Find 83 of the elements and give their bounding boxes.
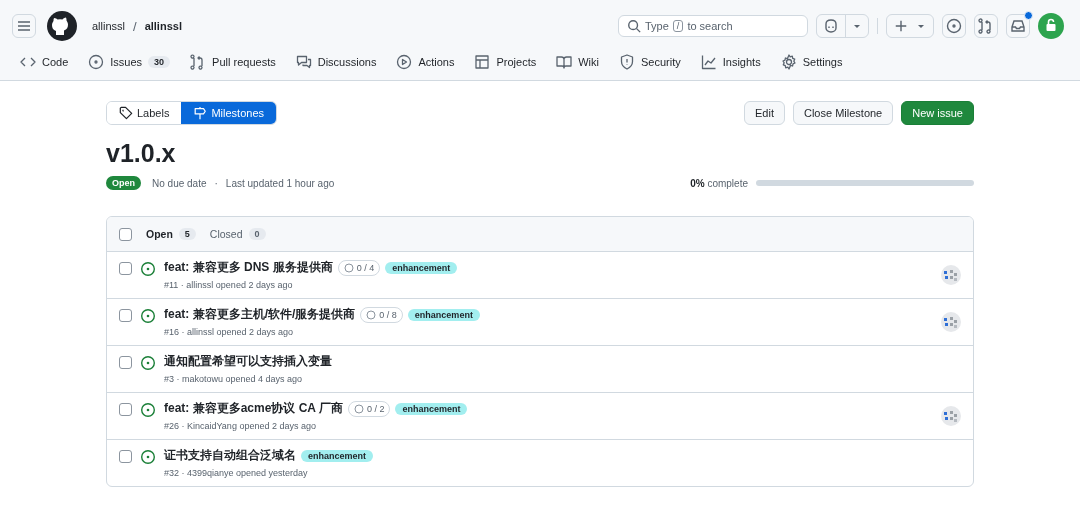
tab-icon (780, 54, 797, 70)
inbox-icon (1010, 18, 1026, 34)
repo-tab[interactable]: Projects (466, 52, 545, 72)
issue-meta: #3 · makotowu opened 4 days ago (164, 374, 304, 384)
issue-label[interactable]: enhancement (407, 308, 480, 321)
last-updated: Last updated 1 hour ago (225, 177, 335, 189)
assignee-avatar-icon[interactable] (941, 406, 961, 426)
issue-label[interactable]: enhancement (385, 261, 458, 274)
tab-icon (193, 106, 208, 120)
pull-requests-button[interactable] (974, 14, 998, 38)
tab-icon (396, 54, 413, 70)
row-checkbox[interactable] (119, 450, 132, 463)
row-checkbox[interactable] (119, 356, 132, 369)
action-button[interactable]: New issue (901, 101, 974, 125)
search-icon (627, 19, 641, 33)
copilot-icon (823, 18, 839, 34)
issue-label[interactable]: enhancement (395, 402, 468, 415)
repo-tab[interactable]: Actions (388, 52, 463, 72)
issue-count: 30 (148, 56, 171, 68)
progress-ring-icon (366, 309, 377, 320)
repo-tab[interactable]: Issues 30 (80, 52, 179, 72)
repo-tab[interactable]: Insights (692, 52, 769, 72)
issue-title[interactable]: feat: 兼容更多 DNS 服务提供商 (164, 259, 333, 276)
open-issue-icon (140, 402, 156, 418)
state-filter[interactable]: Closed 0 (209, 228, 266, 240)
open-issue-icon (140, 261, 156, 277)
issues-button[interactable] (942, 14, 966, 38)
issue-title[interactable]: 通知配置希望可以支持插入变量 (164, 353, 332, 370)
repo-tab[interactable]: Discussions (287, 52, 385, 72)
pull-request-icon (978, 18, 994, 34)
issue-title[interactable]: 证书支持自动组合泛域名 (164, 447, 296, 464)
open-issue-icon (140, 355, 156, 371)
owner-link[interactable]: allinssl (92, 20, 125, 32)
search-field[interactable]: Type / to search (618, 15, 808, 37)
tab-icon (556, 54, 573, 70)
issue-icon (946, 18, 962, 34)
repo-tab[interactable]: Settings (772, 52, 851, 72)
row-checkbox[interactable] (119, 309, 132, 322)
menu-icon (16, 18, 32, 34)
octocat-logo-icon[interactable] (46, 10, 78, 42)
row-checkbox[interactable] (119, 262, 132, 275)
subnav-tab[interactable]: Milestones (181, 102, 276, 124)
issue-meta: #11 · allinssl opened 2 days ago (164, 280, 294, 290)
progress-ring-icon (343, 262, 354, 273)
issue-title[interactable]: feat: 兼容更多acme协议 CA 厂商 (164, 400, 343, 417)
repo-tab[interactable]: Code (12, 52, 77, 72)
repo-tab[interactable]: Pull requests (182, 52, 284, 72)
repo-tab[interactable]: Security (611, 52, 689, 72)
milestone-title: v1.0.x (106, 139, 176, 168)
state-badge: Open (106, 176, 141, 190)
progress-ring-icon (353, 403, 364, 414)
due-date: No due date (152, 177, 207, 189)
menu-button[interactable] (12, 14, 36, 38)
issue-meta: #26 · KincaidYang opened 2 days ago (164, 421, 317, 431)
breadcrumb-separator: / (133, 18, 137, 34)
repo-tab[interactable]: Wiki (548, 52, 607, 72)
tab-icon (700, 54, 717, 70)
progress-percent: 0% complete (690, 177, 748, 189)
issue-meta: #16 · allinssl opened 2 days ago (164, 327, 295, 337)
action-button[interactable]: Edit (744, 101, 785, 125)
tab-icon (88, 54, 105, 70)
separator-dot: · (214, 177, 218, 189)
tab-icon (474, 54, 491, 70)
tab-icon (295, 54, 312, 70)
copilot-button[interactable] (816, 14, 869, 38)
row-checkbox[interactable] (119, 403, 132, 416)
tab-icon (119, 106, 133, 120)
open-issue-icon (140, 308, 156, 324)
action-button[interactable]: Close Milestone (793, 101, 894, 125)
assignee-avatar-icon[interactable] (941, 265, 961, 285)
issue-label[interactable]: enhancement (301, 449, 374, 462)
issue-title[interactable]: feat: 兼容更多主机/软件/服务提供商 (164, 306, 356, 323)
select-all-checkbox[interactable] (119, 227, 132, 241)
plus-icon (894, 19, 908, 33)
create-button[interactable] (886, 14, 934, 38)
inbox-button[interactable] (1006, 14, 1030, 38)
open-issue-icon (140, 449, 156, 465)
avatar-icon[interactable] (1038, 13, 1064, 39)
assignee-avatar-icon[interactable] (941, 312, 961, 332)
tab-icon (619, 54, 635, 70)
repo-link[interactable]: allinssl (144, 20, 182, 32)
issue-meta: #32 · 4399qianye opened yesterday (164, 468, 309, 478)
state-filter[interactable]: Open 5 (146, 228, 196, 240)
